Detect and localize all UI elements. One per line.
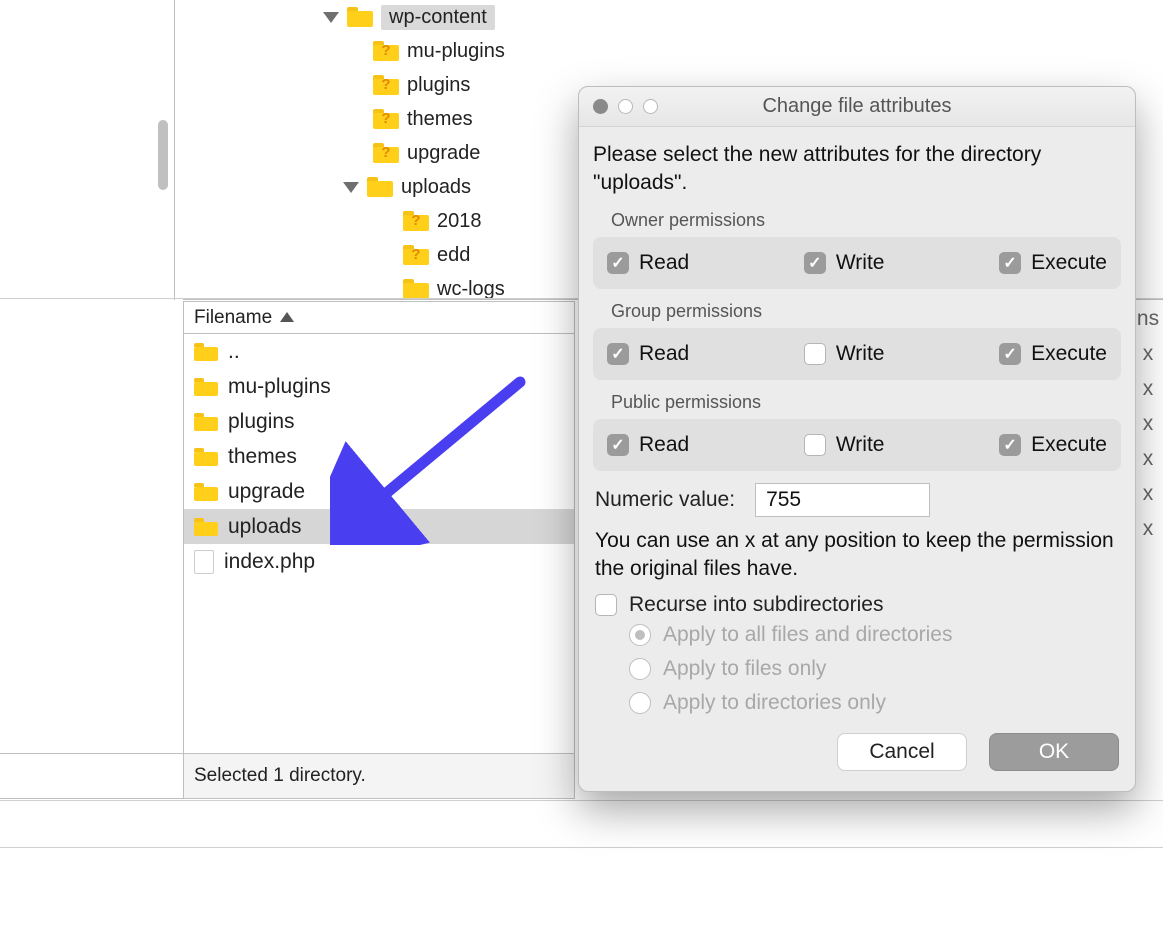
col-hint: ns bbox=[1133, 301, 1163, 336]
radio-apply-files: Apply to files only bbox=[629, 657, 1121, 681]
recurse-checkbox[interactable] bbox=[595, 594, 617, 616]
tree-label: themes bbox=[407, 108, 473, 131]
dialog-title: Change file attributes bbox=[579, 95, 1135, 118]
folder-icon bbox=[194, 448, 218, 466]
tree-label: mu-plugins bbox=[407, 40, 505, 63]
status-bar: Selected 1 directory. bbox=[183, 753, 575, 799]
owner-permissions-group: Owner permissions Read Write Execute bbox=[593, 206, 1121, 289]
public-execute-checkbox[interactable]: Execute bbox=[999, 433, 1107, 457]
public-read-checkbox[interactable]: Read bbox=[607, 433, 689, 457]
file-name: uploads bbox=[228, 515, 302, 539]
dialog-titlebar[interactable]: Change file attributes bbox=[579, 87, 1135, 127]
dialog-intro: Please select the new attributes for the… bbox=[593, 141, 1121, 198]
folder-unknown-icon bbox=[373, 109, 399, 129]
file-icon bbox=[194, 550, 214, 574]
folder-unknown-icon bbox=[403, 211, 429, 231]
ok-button[interactable]: OK bbox=[989, 733, 1119, 771]
group-title: Owner permissions bbox=[593, 206, 1121, 237]
owner-write-checkbox[interactable]: Write bbox=[804, 251, 885, 275]
owner-execute-checkbox[interactable]: Execute bbox=[999, 251, 1107, 275]
tree-node-wp-content[interactable]: wp-content bbox=[323, 0, 1163, 34]
list-item[interactable]: upgrade bbox=[184, 474, 574, 509]
radio-icon bbox=[629, 692, 651, 714]
group-permissions-group: Group permissions Read Write Execute bbox=[593, 297, 1121, 380]
recurse-label: Recurse into subdirectories bbox=[629, 593, 883, 617]
radio-apply-all: Apply to all files and directories bbox=[629, 623, 1121, 647]
radio-icon bbox=[629, 624, 651, 646]
group-read-checkbox[interactable]: Read bbox=[607, 342, 689, 366]
chevron-down-icon[interactable] bbox=[343, 182, 359, 193]
file-name: themes bbox=[228, 445, 297, 469]
scrollbar-thumb[interactable] bbox=[158, 120, 168, 190]
group-title: Public permissions bbox=[593, 388, 1121, 419]
folder-icon bbox=[347, 7, 373, 27]
folder-icon bbox=[194, 378, 218, 396]
sort-asc-icon bbox=[280, 312, 294, 322]
folder-unknown-icon bbox=[373, 41, 399, 61]
folder-icon bbox=[403, 279, 429, 299]
left-panel bbox=[0, 0, 175, 300]
numeric-value-label: Numeric value: bbox=[595, 488, 735, 512]
folder-unknown-icon bbox=[373, 143, 399, 163]
file-name: plugins bbox=[228, 410, 295, 434]
folder-icon bbox=[194, 343, 218, 361]
list-item[interactable]: index.php bbox=[184, 544, 574, 579]
tree-label: upgrade bbox=[407, 142, 480, 165]
file-name: .. bbox=[228, 340, 240, 364]
file-list-panel: Filename .. mu-plugins plugins themes up… bbox=[183, 301, 575, 799]
file-name: mu-plugins bbox=[228, 375, 331, 399]
owner-read-checkbox[interactable]: Read bbox=[607, 251, 689, 275]
folder-unknown-icon bbox=[403, 245, 429, 265]
list-item-uploads[interactable]: uploads bbox=[184, 509, 574, 544]
tree-label: 2018 bbox=[437, 210, 482, 233]
list-item[interactable]: plugins bbox=[184, 404, 574, 439]
change-file-attributes-dialog: Change file attributes Please select the… bbox=[578, 86, 1136, 792]
radio-icon bbox=[629, 658, 651, 680]
group-write-checkbox[interactable]: Write bbox=[804, 342, 885, 366]
file-name: upgrade bbox=[228, 480, 305, 504]
folder-icon bbox=[367, 177, 393, 197]
list-item[interactable]: mu-plugins bbox=[184, 369, 574, 404]
file-list-header[interactable]: Filename bbox=[184, 302, 574, 334]
folder-icon bbox=[194, 413, 218, 431]
radio-apply-dirs: Apply to directories only bbox=[629, 691, 1121, 715]
recurse-options: Apply to all files and directories Apply… bbox=[629, 623, 1121, 715]
tree-label: edd bbox=[437, 244, 470, 267]
list-item[interactable]: .. bbox=[184, 334, 574, 369]
list-item[interactable]: themes bbox=[184, 439, 574, 474]
numeric-hint: You can use an x at any position to keep… bbox=[595, 527, 1119, 584]
public-permissions-group: Public permissions Read Write Execute bbox=[593, 388, 1121, 471]
tree-label: wp-content bbox=[381, 5, 495, 30]
cancel-button[interactable]: Cancel bbox=[837, 733, 967, 771]
divider bbox=[0, 800, 1163, 848]
chevron-down-icon[interactable] bbox=[323, 12, 339, 23]
folder-unknown-icon bbox=[373, 75, 399, 95]
right-column-fragment: ns x x x x x x bbox=[1133, 301, 1163, 546]
folder-icon bbox=[194, 518, 218, 536]
tree-label: plugins bbox=[407, 74, 470, 97]
tree-label: uploads bbox=[401, 176, 471, 199]
numeric-value-input[interactable] bbox=[755, 483, 930, 517]
tree-node-mu-plugins[interactable]: mu-plugins bbox=[373, 34, 1163, 68]
public-write-checkbox[interactable]: Write bbox=[804, 433, 885, 457]
column-filename[interactable]: Filename bbox=[194, 307, 272, 329]
group-title: Group permissions bbox=[593, 297, 1121, 328]
file-name: index.php bbox=[224, 550, 315, 574]
group-execute-checkbox[interactable]: Execute bbox=[999, 342, 1107, 366]
folder-icon bbox=[194, 483, 218, 501]
status-text: Selected 1 directory. bbox=[194, 765, 366, 787]
